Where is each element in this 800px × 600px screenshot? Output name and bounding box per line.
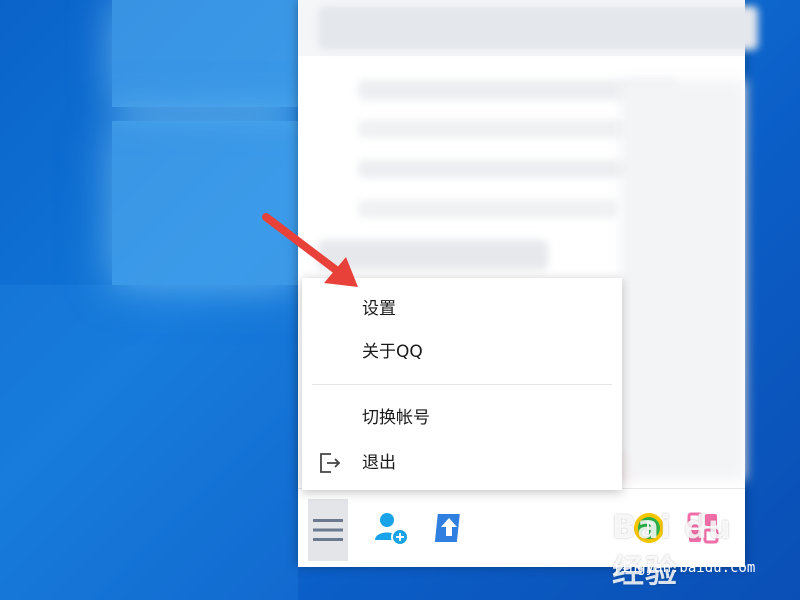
wallpaper-pane-lower (0, 285, 298, 600)
hamburger-menu-icon (313, 519, 343, 541)
upload-arrow-icon (434, 514, 460, 542)
wallpaper-pane-top (112, 0, 298, 107)
qq-header (298, 0, 758, 56)
annotation-arrow-icon (262, 213, 358, 287)
exit-icon (320, 453, 341, 473)
watermark-logo: Bai du 经验 (612, 508, 732, 590)
baidu-jingyan-watermark: Bai du 经验 jingyan.baidu.com (612, 508, 772, 590)
menu-item-label: 关于QQ (362, 342, 423, 362)
file-transfer-button[interactable] (432, 509, 466, 547)
menu-divider (312, 384, 612, 385)
add-contact-icon (375, 513, 409, 546)
add-contact-button[interactable] (372, 509, 410, 547)
menu-item-switch-account[interactable]: 切换帐号 (302, 397, 622, 439)
menu-item-label: 设置 (362, 299, 396, 319)
contact-row-blurred (358, 120, 638, 138)
menu-item-exit[interactable]: 退出 (302, 442, 622, 484)
profile-area-blurred (318, 6, 758, 50)
side-panel-blurred (621, 80, 745, 480)
watermark-url: jingyan.baidu.com (612, 560, 756, 576)
menu-item-about[interactable]: 关于QQ (302, 331, 622, 373)
menu-item-label: 切换帐号 (362, 408, 430, 428)
main-menu-dropdown: 设置 关于QQ 切换帐号 退出 (302, 278, 622, 490)
menu-item-label: 退出 (362, 453, 396, 473)
contact-row-blurred (358, 200, 618, 218)
main-menu-button[interactable] (308, 499, 348, 561)
